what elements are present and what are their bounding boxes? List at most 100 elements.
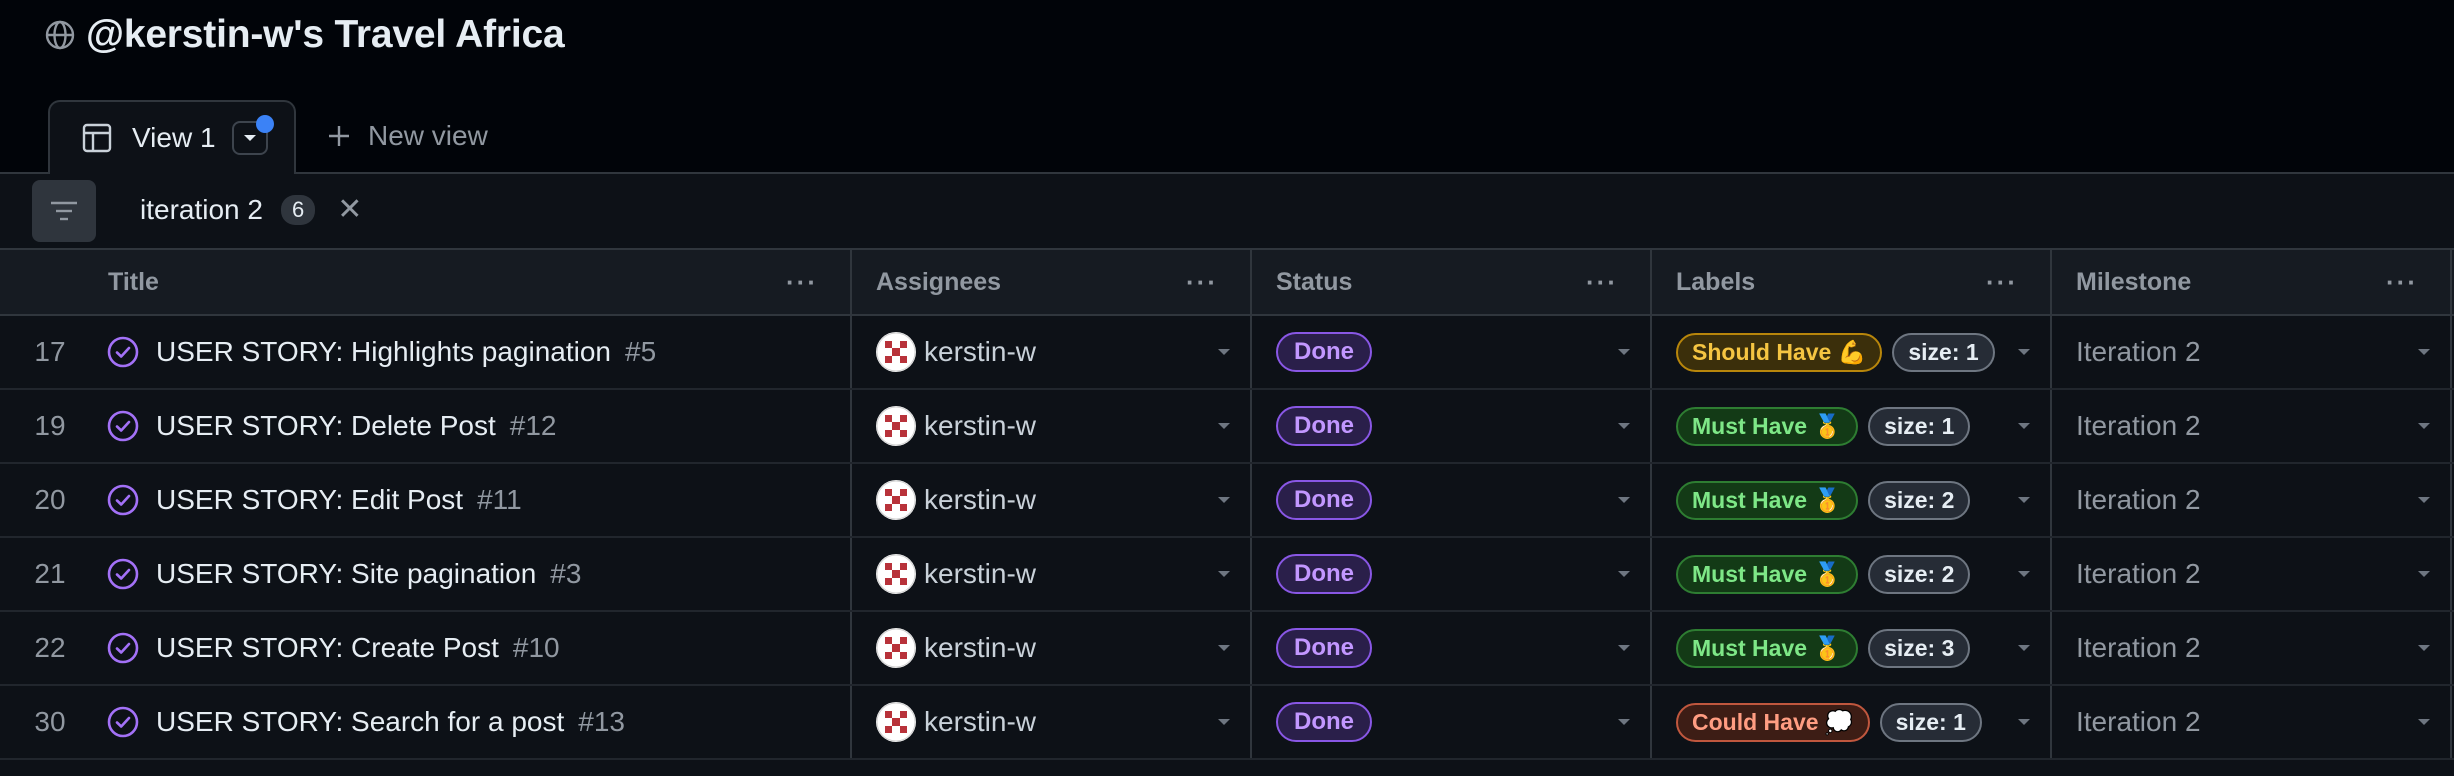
column-header-title[interactable]: Title: [108, 250, 159, 314]
milestone-cell[interactable]: Iteration 2: [2076, 612, 2416, 684]
assignees-dropdown-icon[interactable]: [1216, 464, 1232, 536]
title-cell[interactable]: USER STORY: Edit Post #11: [106, 464, 846, 536]
table-row[interactable]: 17 USER STORY: Highlights pagination #5 …: [0, 316, 2454, 390]
status-cell[interactable]: Done: [1276, 538, 1646, 610]
column-menu-assignees[interactable]: ···: [1186, 250, 1218, 314]
status-cell[interactable]: Done: [1276, 464, 1646, 536]
column-menu-status[interactable]: ···: [1586, 250, 1618, 314]
issue-title[interactable]: USER STORY: Delete Post: [156, 410, 496, 442]
assignees-dropdown-icon[interactable]: [1216, 316, 1232, 388]
clear-filter-icon[interactable]: ✕: [337, 192, 362, 227]
column-divider[interactable]: [850, 250, 852, 314]
status-dropdown-icon[interactable]: [1616, 612, 1632, 684]
milestone-dropdown-icon[interactable]: [2416, 612, 2432, 684]
table-row[interactable]: 22 USER STORY: Create Post #10 kerstin-w: [0, 612, 2454, 686]
milestone-cell[interactable]: Iteration 2: [2076, 464, 2416, 536]
tab-view-1[interactable]: View 1: [48, 100, 296, 174]
labels-cell[interactable]: Must Have 🥇 size: 1: [1676, 390, 2016, 462]
column-divider: [1250, 612, 1252, 684]
column-divider: [2450, 316, 2452, 388]
column-divider[interactable]: [2050, 250, 2052, 314]
assignees-cell[interactable]: kerstin-w: [876, 612, 1246, 684]
assignees-cell[interactable]: kerstin-w: [876, 686, 1246, 758]
priority-label: Must Have 🥇: [1676, 406, 1859, 446]
issue-title[interactable]: USER STORY: Create Post: [156, 632, 499, 664]
column-divider: [850, 686, 852, 758]
milestone-dropdown-icon[interactable]: [2416, 686, 2432, 758]
status-cell[interactable]: Done: [1276, 686, 1646, 758]
table-row[interactable]: 20 USER STORY: Edit Post #11 kerstin-w D…: [0, 464, 2454, 538]
status-dropdown-icon[interactable]: [1616, 316, 1632, 388]
title-cell[interactable]: USER STORY: Create Post #10: [106, 612, 846, 684]
status-dropdown-icon[interactable]: [1616, 686, 1632, 758]
milestone-dropdown-icon[interactable]: [2416, 316, 2432, 388]
column-divider[interactable]: [2450, 250, 2452, 314]
milestone-dropdown-icon[interactable]: [2416, 538, 2432, 610]
issue-title[interactable]: USER STORY: Search for a post: [156, 706, 564, 738]
issue-closed-icon: [107, 706, 139, 738]
size-label: size: 2: [1868, 554, 1971, 594]
labels-cell[interactable]: Must Have 🥇 size: 2: [1676, 538, 2016, 610]
labels-dropdown-icon[interactable]: [2016, 686, 2032, 758]
milestone-dropdown-icon[interactable]: [2416, 390, 2432, 462]
status-dropdown-icon[interactable]: [1616, 538, 1632, 610]
labels-dropdown-icon[interactable]: [2016, 612, 2032, 684]
milestone-dropdown-icon[interactable]: [2416, 464, 2432, 536]
labels-dropdown-icon[interactable]: [2016, 390, 2032, 462]
issue-closed-icon: [107, 558, 139, 590]
status-cell[interactable]: Done: [1276, 390, 1646, 462]
table-row[interactable]: 21 USER STORY: Site pagination #3 kersti…: [0, 538, 2454, 612]
column-menu-labels[interactable]: ···: [1986, 250, 2018, 314]
assignees-cell[interactable]: kerstin-w: [876, 316, 1246, 388]
view-options-button[interactable]: [231, 115, 274, 155]
assignees-dropdown-icon[interactable]: [1216, 612, 1232, 684]
column-divider: [1250, 538, 1252, 610]
labels-cell[interactable]: Must Have 🥇 size: 3: [1676, 612, 2016, 684]
labels-cell[interactable]: Must Have 🥇 size: 2: [1676, 464, 2016, 536]
column-menu-title[interactable]: ···: [786, 250, 818, 314]
issue-number: #3: [550, 558, 582, 589]
title-cell[interactable]: USER STORY: Highlights pagination #5: [106, 316, 846, 388]
labels-cell[interactable]: Could Have 💭 size: 1: [1676, 686, 2016, 758]
column-header-labels[interactable]: Labels: [1676, 250, 1755, 314]
assignees-cell[interactable]: kerstin-w: [876, 538, 1246, 610]
milestone-cell[interactable]: Iteration 2: [2076, 686, 2416, 758]
table-row[interactable]: 30 USER STORY: Search for a post #13 ker…: [0, 686, 2454, 760]
assignees-cell[interactable]: kerstin-w: [876, 464, 1246, 536]
assignee-name: kerstin-w: [924, 484, 1037, 515]
assignees-dropdown-icon[interactable]: [1216, 686, 1232, 758]
column-divider[interactable]: [1250, 250, 1252, 314]
column-divider: [2450, 686, 2452, 758]
status-cell[interactable]: Done: [1276, 316, 1646, 388]
column-header-assignees[interactable]: Assignees: [876, 250, 1001, 314]
column-header-status[interactable]: Status: [1276, 250, 1352, 314]
labels-dropdown-icon[interactable]: [2016, 316, 2032, 388]
status-badge: Done: [1276, 332, 1372, 372]
title-cell[interactable]: USER STORY: Delete Post #12: [106, 390, 846, 462]
title-cell[interactable]: USER STORY: Site pagination #3: [106, 538, 846, 610]
filter-query[interactable]: iteration 2 6 ✕: [140, 192, 362, 227]
assignees-dropdown-icon[interactable]: [1216, 390, 1232, 462]
assignees-dropdown-icon[interactable]: [1216, 538, 1232, 610]
status-cell[interactable]: Done: [1276, 612, 1646, 684]
issue-title[interactable]: USER STORY: Edit Post: [156, 484, 463, 516]
column-divider: [2450, 538, 2452, 610]
assignees-cell[interactable]: kerstin-w: [876, 390, 1246, 462]
status-dropdown-icon[interactable]: [1616, 464, 1632, 536]
milestone-cell[interactable]: Iteration 2: [2076, 316, 2416, 388]
milestone-cell[interactable]: Iteration 2: [2076, 538, 2416, 610]
labels-dropdown-icon[interactable]: [2016, 538, 2032, 610]
filter-button[interactable]: [32, 180, 96, 242]
new-view-button[interactable]: New view: [326, 116, 488, 156]
issue-title[interactable]: USER STORY: Site pagination: [156, 558, 536, 590]
milestone-cell[interactable]: Iteration 2: [2076, 390, 2416, 462]
status-dropdown-icon[interactable]: [1616, 390, 1632, 462]
labels-dropdown-icon[interactable]: [2016, 464, 2032, 536]
title-cell[interactable]: USER STORY: Search for a post #13: [106, 686, 846, 758]
column-menu-milestone[interactable]: ···: [2386, 250, 2418, 314]
labels-cell[interactable]: Should Have 💪 size: 1: [1676, 316, 2016, 388]
column-divider[interactable]: [1650, 250, 1652, 314]
column-header-milestone[interactable]: Milestone: [2076, 250, 2191, 314]
table-row[interactable]: 19 USER STORY: Delete Post #12 kerstin-w: [0, 390, 2454, 464]
issue-title[interactable]: USER STORY: Highlights pagination: [156, 336, 611, 368]
